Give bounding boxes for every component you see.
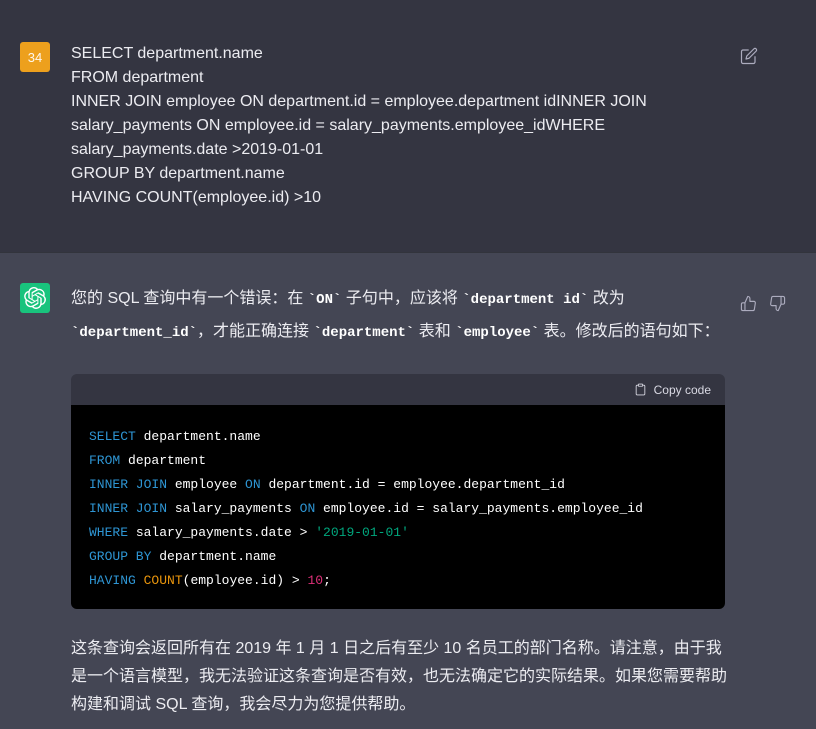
code-line: HAVING COUNT(employee.id) > 10;	[89, 569, 707, 593]
inline-code: `ON`	[308, 292, 342, 308]
code-line: INNER JOIN employee ON department.id = e…	[89, 473, 707, 497]
sql-code-block: Copy code SELECT department.nameFROM dep…	[71, 374, 725, 609]
user-message-content: SELECT department.name FROM department I…	[71, 42, 727, 210]
code-line: INNER JOIN salary_payments ON employee.i…	[89, 497, 707, 521]
thumbs-down-icon	[769, 295, 786, 312]
copy-code-button[interactable]: Copy code	[634, 382, 711, 397]
code-line: WHERE salary_payments.date > '2019-01-01…	[89, 521, 707, 545]
paragraph-text: 表。修改后的语句如下：	[539, 323, 719, 340]
user-avatar-column: 34	[20, 42, 50, 72]
inline-code: `department id`	[462, 292, 588, 308]
paragraph-text: 子句中，应该将	[341, 290, 462, 307]
inline-code: `department_id`	[71, 325, 197, 341]
user-message-text: SELECT department.name FROM department I…	[71, 42, 727, 210]
assistant-message: 您的 SQL 查询中有一个错误：在 `ON` 子句中，应该将 `departme…	[0, 252, 816, 729]
code-line: GROUP BY department.name	[89, 545, 707, 569]
assistant-avatar-column	[20, 283, 50, 313]
paragraph-text: ，才能正确连接	[197, 323, 313, 340]
code-line: FROM department	[89, 449, 707, 473]
chatgpt-avatar	[20, 283, 50, 313]
thumbs-up-button[interactable]	[740, 295, 757, 312]
chat-conversation: 34 SELECT department.name FROM departmen…	[0, 0, 816, 729]
code-block-header: Copy code	[71, 374, 725, 405]
assistant-paragraph-1: 您的 SQL 查询中有一个错误：在 `ON` 子句中，应该将 `departme…	[71, 283, 727, 349]
pencil-square-icon	[740, 47, 758, 65]
thumbs-up-icon	[740, 295, 757, 312]
paragraph-text: 表和	[414, 323, 455, 340]
code-line: SELECT department.name	[89, 425, 707, 449]
user-message-actions	[740, 42, 796, 65]
user-avatar: 34	[20, 42, 50, 72]
assistant-message-actions	[740, 295, 796, 312]
copy-code-label: Copy code	[654, 383, 711, 397]
inline-code: `department`	[313, 325, 414, 341]
user-message: 34 SELECT department.name FROM departmen…	[0, 0, 816, 252]
edit-message-button[interactable]	[740, 47, 758, 65]
paragraph-text: 改为	[588, 290, 624, 307]
assistant-paragraph-2: 这条查询会返回所有在 2019 年 1 月 1 日之后有至少 10 名员工的部门…	[71, 635, 727, 719]
assistant-message-content: 您的 SQL 查询中有一个错误：在 `ON` 子句中，应该将 `departme…	[71, 283, 727, 719]
inline-code: `employee`	[455, 325, 539, 341]
code-content: SELECT department.nameFROM departmentINN…	[71, 405, 725, 609]
chatgpt-logo-icon	[24, 287, 46, 309]
clipboard-icon	[634, 382, 647, 397]
paragraph-text: 您的 SQL 查询中有一个错误：在	[71, 290, 308, 307]
thumbs-down-button[interactable]	[769, 295, 786, 312]
